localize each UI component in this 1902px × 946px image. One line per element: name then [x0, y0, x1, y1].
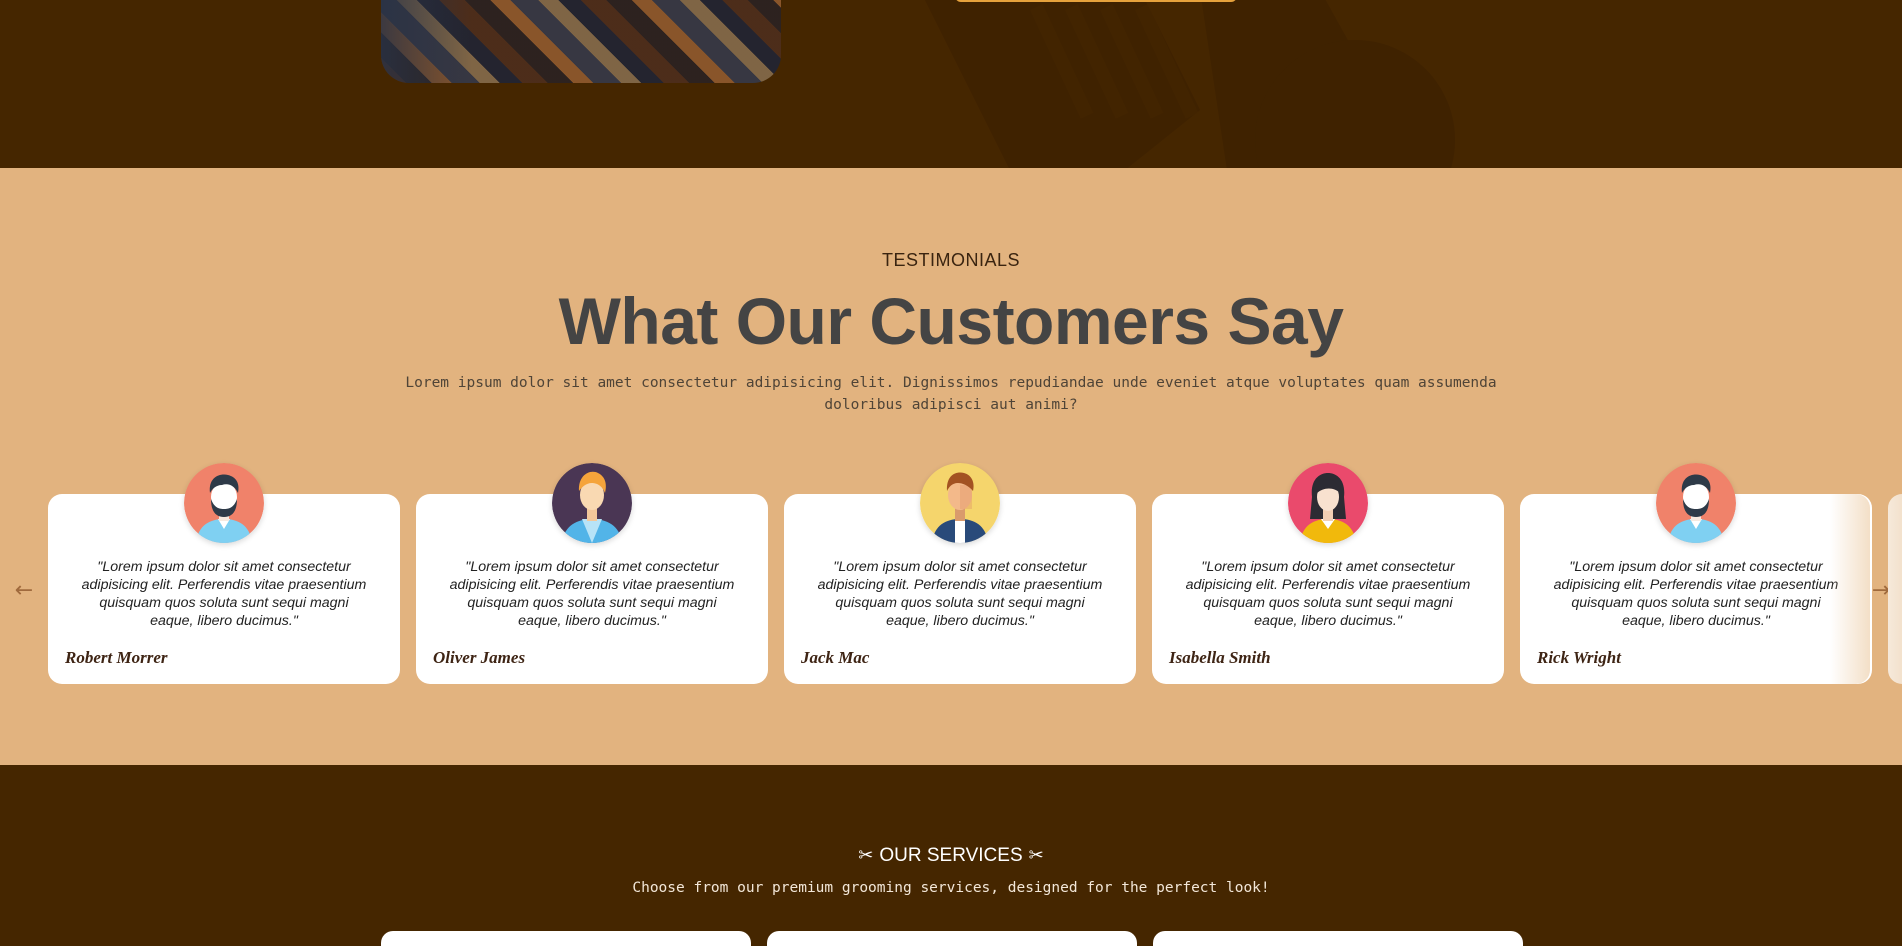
testimonial-quote: "Lorem ipsum dolor sit amet consectetur …: [449, 559, 735, 629]
barber-decor-icon: [925, 0, 1455, 168]
section-title: What Our Customers Say: [558, 284, 1344, 358]
arrow-left-icon[interactable]: ←: [9, 576, 39, 606]
services-section: ✂ OUR SERVICES ✂ Choose from our premium g…: [0, 765, 1902, 946]
services-title-text: OUR SERVICES: [879, 845, 1023, 866]
about-section: [0, 0, 1902, 168]
testimonial-quote: "Lorem ipsum dolor sit amet consectetur …: [1553, 559, 1839, 629]
testimonial-author: Rick Wright: [1537, 648, 1621, 667]
testimonials-section: TESTIMONIALS What Our Customers Say Lore…: [0, 168, 1902, 765]
testimonial-quote: "Lorem ipsum dolor sit amet consectetur …: [817, 559, 1103, 629]
testimonial-author: Isabella Smith: [1169, 648, 1271, 667]
services-description: Choose from our premium grooming service…: [632, 880, 1270, 896]
testimonial-author: Robert Morrer: [65, 648, 168, 667]
barbershop-photo: [381, 0, 781, 83]
scissors-icon: ✂: [858, 845, 874, 865]
cta-button[interactable]: [955, 0, 1237, 2]
service-card[interactable]: [381, 931, 751, 946]
service-card[interactable]: [767, 931, 1137, 946]
service-card[interactable]: [1153, 931, 1523, 946]
testimonial-quote: "Lorem ipsum dolor sit amet consectetur …: [81, 559, 367, 629]
avatar: [552, 463, 632, 543]
scissors-icon: ✂: [1028, 845, 1044, 865]
carousel-fade: [1830, 494, 1870, 684]
testimonial-quote: "Lorem ipsum dolor sit amet consectetur …: [1185, 559, 1471, 629]
avatar: [1288, 463, 1368, 543]
section-description: Lorem ipsum dolor sit amet consectetur a…: [405, 375, 1497, 413]
section-eyebrow: TESTIMONIALS: [881, 250, 1021, 270]
testimonial-author: Oliver James: [433, 648, 526, 667]
avatar: [1656, 463, 1736, 543]
avatar: [920, 463, 1000, 543]
avatar: [184, 463, 264, 543]
next-card-peek: [1888, 494, 1902, 684]
testimonial-author: Jack Mac: [801, 648, 870, 667]
services-title: ✂ OUR SERVICES ✂: [0, 845, 1902, 867]
